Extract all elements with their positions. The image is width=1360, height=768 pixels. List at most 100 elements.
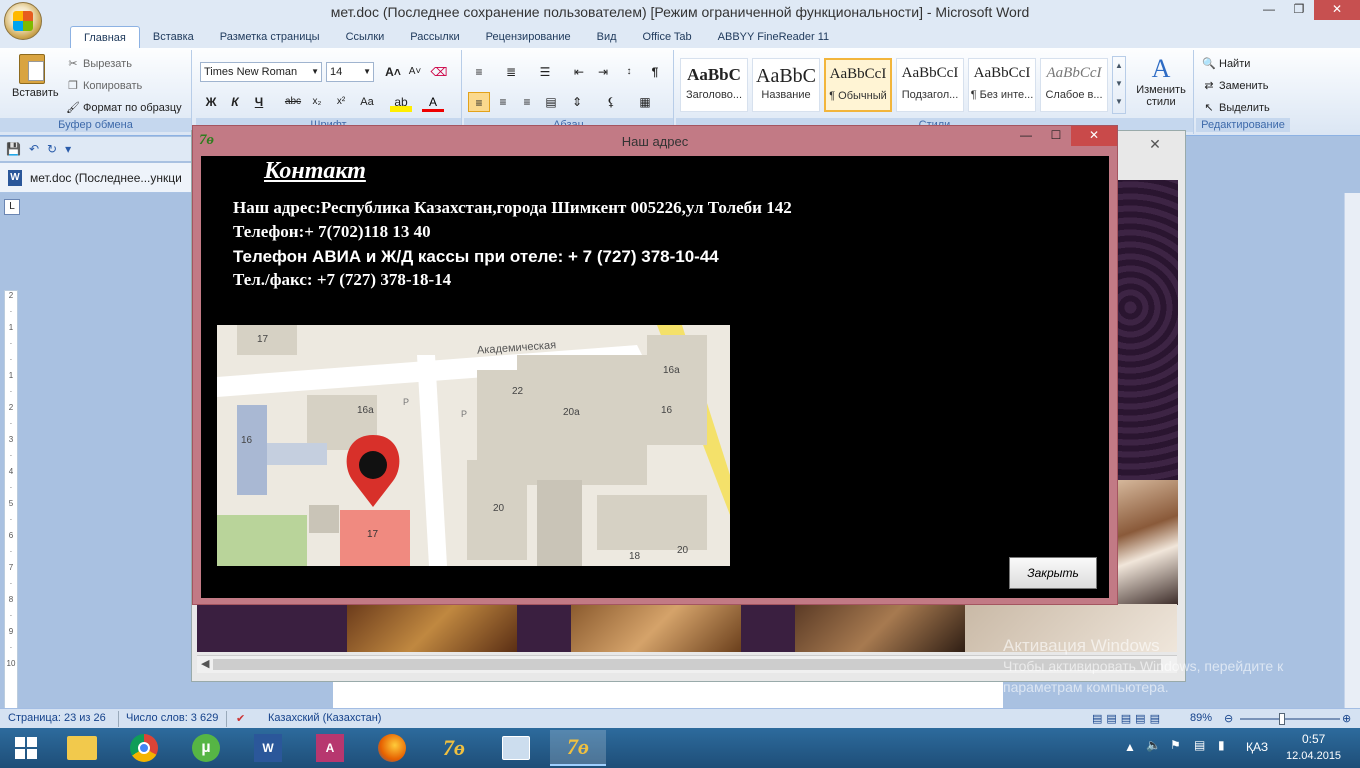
paste-button[interactable]: Вставить xyxy=(12,54,59,99)
close-icon[interactable]: ✕ xyxy=(1314,0,1360,20)
font-size-combo[interactable]: 14 ▼ xyxy=(326,62,374,82)
change-case-icon[interactable]: Aa xyxy=(356,92,378,112)
clock-time[interactable]: 0:57 xyxy=(1302,732,1325,746)
align-center-icon[interactable]: ≡ xyxy=(492,92,514,112)
pilcrow-icon[interactable]: ¶ xyxy=(644,62,666,82)
tab-selector-icon[interactable]: L xyxy=(4,199,20,215)
close-icon[interactable]: ✕ xyxy=(1071,126,1117,146)
multilevel-list-icon[interactable]: ☰ xyxy=(534,62,556,82)
chrome-icon[interactable] xyxy=(116,730,172,766)
decrease-indent-icon[interactable]: ⇤ xyxy=(568,62,590,82)
page-count[interactable]: Страница: 23 из 26 xyxy=(8,712,106,724)
tab-view[interactable]: Вид xyxy=(584,26,630,48)
strikethrough-icon[interactable]: abc xyxy=(282,92,304,112)
app-7-icon[interactable]: 7ө xyxy=(426,730,482,766)
word-count[interactable]: Число слов: 3 629 xyxy=(126,712,218,724)
tab-references[interactable]: Ссылки xyxy=(333,26,398,48)
style-no-spacing[interactable]: AaBbCcI ¶ Без инте... xyxy=(968,58,1036,112)
document-tab[interactable]: W мет.doc (Последнее...ункци xyxy=(0,163,195,193)
zoom-slider[interactable] xyxy=(1240,718,1340,720)
start-button[interactable] xyxy=(0,730,52,766)
highlight-icon[interactable]: ab xyxy=(390,92,412,112)
tab-abbyy[interactable]: ABBYY FineReader 11 xyxy=(705,26,843,48)
style-normal[interactable]: AaBbCcI ¶ Обычный xyxy=(824,58,892,112)
underline-icon[interactable]: Ч xyxy=(248,92,270,112)
zoom-level[interactable]: 89% xyxy=(1190,712,1212,724)
save-icon[interactable]: 💾 xyxy=(6,142,21,156)
maximize-icon[interactable]: ☐ xyxy=(1041,126,1071,146)
subscript-icon[interactable]: x₂ xyxy=(306,92,328,112)
utorrent-icon[interactable]: µ xyxy=(178,730,234,766)
align-right-icon[interactable]: ≡ xyxy=(516,92,538,112)
battery-icon[interactable]: ▮ xyxy=(1218,738,1225,752)
find-button[interactable]: 🔍 Найти xyxy=(1202,57,1250,71)
view-buttons[interactable]: ▤▤▤▤▤ xyxy=(1092,712,1164,725)
tab-page-layout[interactable]: Разметка страницы xyxy=(207,26,333,48)
close-icon[interactable]: ✕ xyxy=(1133,136,1177,154)
undo-icon[interactable]: ↶ xyxy=(29,142,39,156)
close-dialog-button[interactable]: Закрыть xyxy=(1009,557,1097,589)
zoom-out-icon[interactable]: ⊖ xyxy=(1224,712,1233,725)
minimize-icon[interactable]: — xyxy=(1254,0,1284,20)
align-left-icon[interactable]: ≡ xyxy=(468,92,490,112)
style-title[interactable]: AaBbC Название xyxy=(752,58,820,112)
minimize-icon[interactable]: — xyxy=(1011,126,1041,146)
tab-home[interactable]: Главная xyxy=(70,26,140,48)
replace-button[interactable]: ⇄ Заменить xyxy=(1202,79,1268,93)
map-label: 16а xyxy=(357,405,374,416)
increase-indent-icon[interactable]: ⇥ xyxy=(592,62,614,82)
select-button[interactable]: ↖ Выделить xyxy=(1202,101,1269,115)
access-icon[interactable]: A xyxy=(302,730,358,766)
format-painter-button[interactable]: 🖌 Формат по образцу xyxy=(66,101,182,115)
font-color-icon[interactable]: A xyxy=(422,92,444,112)
clear-format-icon[interactable]: ⌫ xyxy=(428,62,450,82)
location-map[interactable]: Академическая 17 16а 16 22 20а 16а 16 20… xyxy=(217,325,730,566)
shrink-font-icon[interactable]: A˅ xyxy=(404,62,426,82)
tab-review[interactable]: Рецензирование xyxy=(473,26,584,48)
style-heading1[interactable]: AaBbC Заголово... xyxy=(680,58,748,112)
language-indicator[interactable]: ҚАЗ xyxy=(1246,740,1268,754)
redo-icon[interactable]: ↻ xyxy=(47,142,57,156)
font-name-combo[interactable]: Times New Roman ▼ xyxy=(200,62,322,82)
office-button[interactable] xyxy=(4,2,42,40)
tab-mailings[interactable]: Рассылки xyxy=(397,26,472,48)
zoom-in-icon[interactable]: ⊕ xyxy=(1342,712,1351,725)
tray-expand-icon[interactable]: ▲ xyxy=(1124,740,1136,754)
copy-button[interactable]: ❐ Копировать xyxy=(66,79,142,93)
sort-icon[interactable]: ↕ xyxy=(618,62,640,82)
borders-icon[interactable]: ▦ xyxy=(634,92,656,112)
action-center-icon[interactable]: ⚑ xyxy=(1170,738,1181,752)
clock-date[interactable]: 12.04.2015 xyxy=(1286,750,1341,762)
explorer-icon[interactable] xyxy=(54,730,110,766)
style-subtitle[interactable]: AaBbCcI Подзагол... xyxy=(896,58,964,112)
italic-icon[interactable]: К xyxy=(224,92,246,112)
customize-icon[interactable]: ▾ xyxy=(65,142,71,156)
spelling-icon[interactable]: ✔ xyxy=(236,712,245,725)
shading-icon[interactable]: ⚸ xyxy=(600,92,622,112)
justify-icon[interactable]: ▤ xyxy=(540,92,562,112)
change-styles-button[interactable]: A Изменить стили xyxy=(1130,54,1192,108)
bullets-icon[interactable]: ≡ xyxy=(468,62,490,82)
line-spacing-icon[interactable]: ⇕ xyxy=(566,92,588,112)
styles-scroll[interactable]: ▲ ▼ ▼ xyxy=(1112,56,1126,114)
vertical-scrollbar[interactable] xyxy=(1344,193,1360,708)
app-7-active-icon[interactable]: 7ө xyxy=(550,730,606,766)
scroll-left-icon[interactable]: ◀ xyxy=(201,657,209,670)
language-indicator[interactable]: Казахский (Казахстан) xyxy=(268,712,381,724)
zoom-thumb[interactable] xyxy=(1279,713,1285,725)
tab-office-tab[interactable]: Office Tab xyxy=(630,26,705,48)
grow-font-icon[interactable]: A˄ xyxy=(382,62,404,82)
firefox-icon[interactable] xyxy=(364,730,420,766)
bold-icon[interactable]: Ж xyxy=(200,92,222,112)
map-label: 18 xyxy=(629,551,641,562)
numbering-icon[interactable]: ≣ xyxy=(500,62,522,82)
control-panel-icon[interactable] xyxy=(488,730,544,766)
superscript-icon[interactable]: x² xyxy=(330,92,352,112)
cut-button[interactable]: ✂ Вырезать xyxy=(66,57,132,71)
tab-insert[interactable]: Вставка xyxy=(140,26,207,48)
word-icon[interactable]: W xyxy=(240,730,296,766)
volume-icon[interactable]: 🔈 xyxy=(1146,738,1161,752)
style-subtle-emphasis[interactable]: AaBbCcI Слабое в... xyxy=(1040,58,1108,112)
restore-icon[interactable]: ❐ xyxy=(1284,0,1314,20)
network-icon[interactable]: ▤ xyxy=(1194,738,1205,752)
